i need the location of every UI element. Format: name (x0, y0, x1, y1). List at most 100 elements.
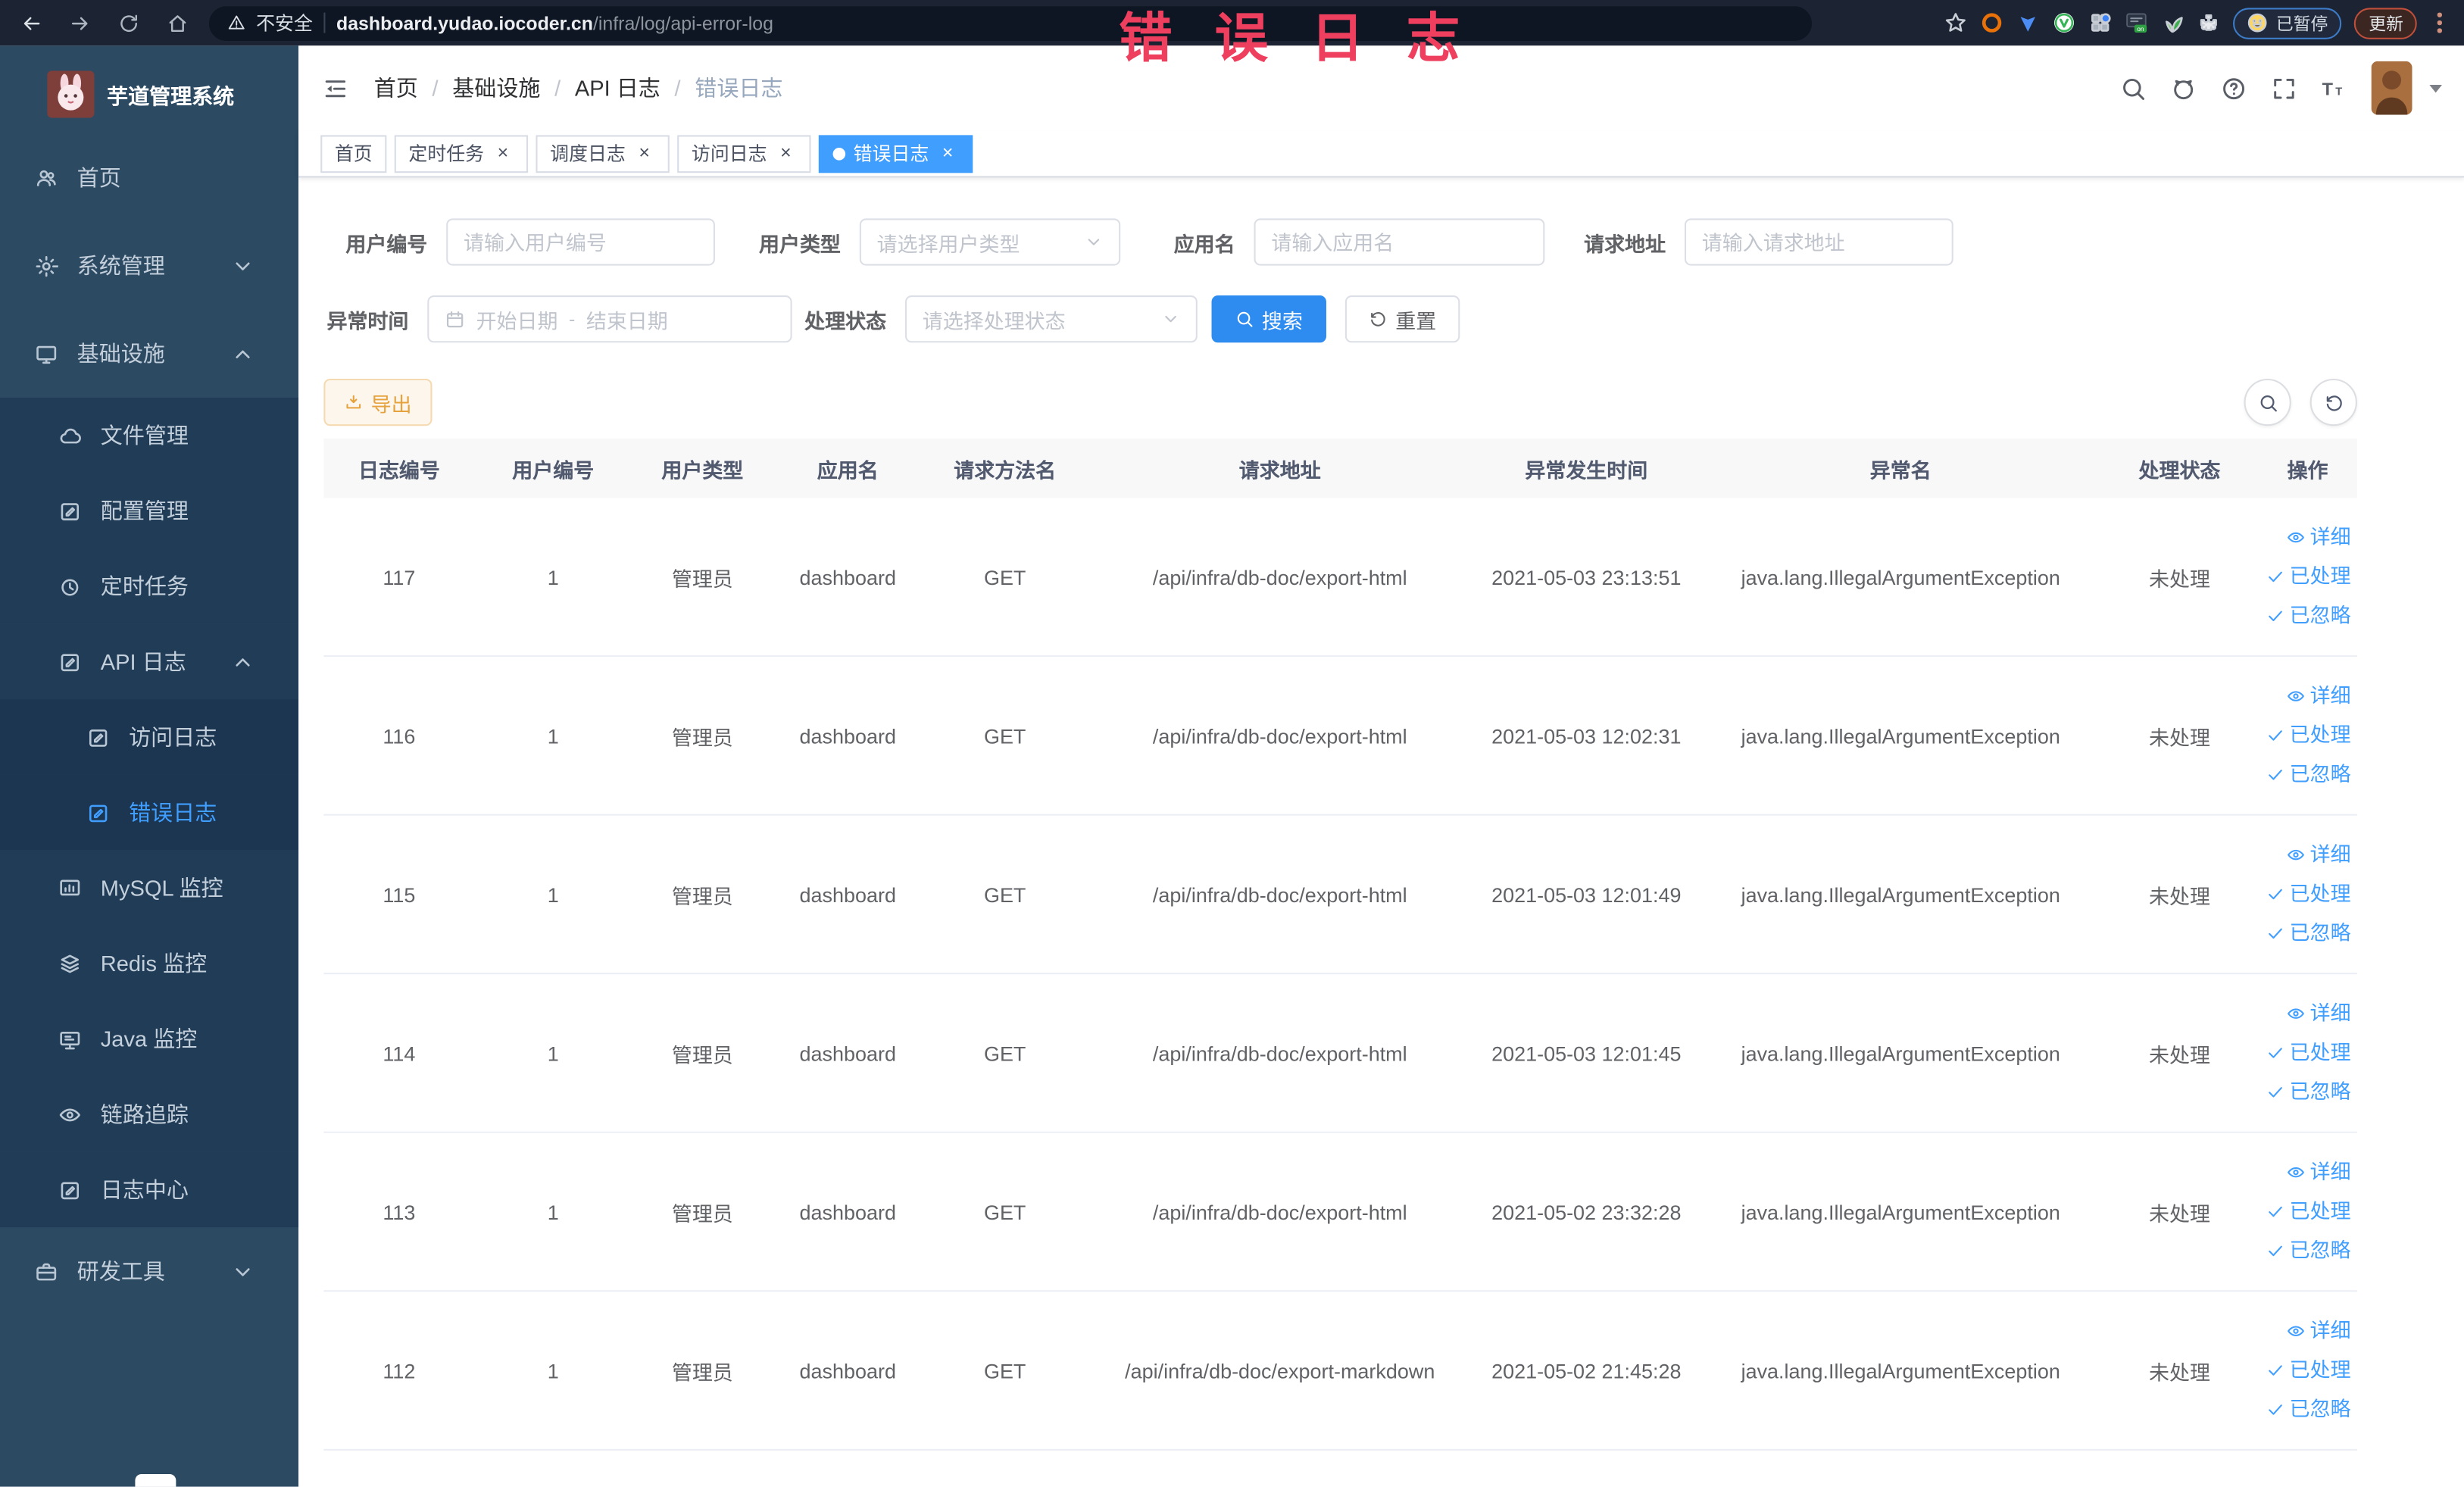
action-label: 已处理 (2289, 1357, 2351, 1382)
sidebar-item-0[interactable]: 首页 (0, 133, 298, 221)
github-icon[interactable] (2170, 75, 2197, 102)
sidebar-item-12[interactable]: 链路追踪 (0, 1076, 299, 1152)
sidebar-item-1[interactable]: 系统管理 (0, 222, 298, 310)
hamburger-icon[interactable] (322, 75, 348, 102)
action-label: 已处理 (2289, 564, 2351, 588)
sidebar-item-7[interactable]: 访问日志 (0, 699, 299, 775)
action-label: 已忽略 (2289, 920, 2351, 945)
browser-menu-icon[interactable] (2437, 12, 2442, 33)
action-eye-link[interactable]: 详细 (2287, 836, 2351, 874)
action-check-link[interactable]: 已忽略 (2266, 914, 2351, 952)
tab-0[interactable]: 首页 (320, 134, 387, 173)
sidebar-item-6[interactable]: API 日志 (0, 623, 299, 700)
action-check-link[interactable]: 已忽略 (2266, 597, 2351, 635)
breadcrumb-item-home[interactable]: 首页 (374, 72, 418, 103)
cell-user_type: 管理员 (671, 883, 733, 908)
check-icon (2266, 1044, 2285, 1063)
update-button[interactable]: 更新 (2354, 7, 2418, 39)
action-eye-link[interactable]: 详细 (2287, 677, 2351, 715)
request-url-input[interactable] (1684, 218, 1953, 266)
extension-orange-ring-icon[interactable] (1981, 11, 2004, 35)
breadcrumb-item-infra[interactable]: 基础设施 (452, 72, 540, 103)
extension-on-badge-icon[interactable]: on (2125, 11, 2149, 35)
action-eye-link[interactable]: 详细 (2287, 1312, 2351, 1350)
action-label: 详细 (2309, 524, 2351, 549)
avatar[interactable] (2371, 61, 2412, 115)
search-button[interactable]: 搜索 (1211, 295, 1327, 343)
action-check-link[interactable]: 已忽略 (2266, 1232, 2351, 1270)
action-eye-link[interactable]: 详细 (2287, 1154, 2351, 1192)
action-eye-link[interactable]: 详细 (2287, 519, 2351, 557)
app-name-input[interactable] (1254, 218, 1545, 266)
fullscreen-icon[interactable] (2271, 75, 2297, 102)
sidebar-item-13[interactable]: 日志中心 (0, 1151, 299, 1228)
back-icon[interactable] (20, 12, 42, 34)
action-check-link[interactable]: 已处理 (2266, 558, 2351, 595)
sidebar-item-2[interactable]: 基础设施 (0, 310, 298, 398)
app-logo-rabbit (47, 70, 95, 118)
sidebar-item-14[interactable]: 研发工具 (0, 1227, 298, 1315)
sidebar-item-label: 首页 (77, 164, 121, 191)
sidebar-item-5[interactable]: 定时任务 (0, 548, 299, 624)
home-icon[interactable] (167, 12, 189, 34)
extension-puzzle-icon[interactable] (2197, 11, 2221, 35)
action-check-link[interactable]: 已忽略 (2266, 1073, 2351, 1111)
export-button[interactable]: 导出 (323, 378, 433, 426)
bookmark-star-icon[interactable] (1944, 11, 1968, 35)
tab-close-icon[interactable]: × (492, 142, 514, 164)
extension-green-v-icon[interactable] (2053, 11, 2076, 35)
breadcrumb-item-api-log[interactable]: API 日志 (575, 72, 661, 103)
reset-button[interactable]: 重置 (1344, 295, 1460, 343)
user-type-select[interactable]: 请选择用户类型 (859, 218, 1121, 266)
breadcrumb-item-current: 错误日志 (695, 75, 783, 101)
extension-grid-icon[interactable] (2089, 11, 2113, 35)
cell-time: 2021-05-02 23:32:28 (1491, 1199, 1682, 1224)
search-icon[interactable] (2120, 75, 2147, 102)
app-logo-row[interactable]: 芋道管理系统 (0, 55, 298, 134)
refresh-table-button[interactable] (2309, 378, 2357, 426)
tab-close-icon[interactable]: × (633, 142, 655, 164)
sidebar-item-10[interactable]: Redis 监控 (0, 925, 299, 1001)
reload-icon[interactable] (118, 12, 140, 34)
tab-3[interactable]: 访问日志 × (677, 134, 811, 173)
toggle-search-button[interactable] (2244, 378, 2291, 426)
action-check-link[interactable]: 已处理 (2266, 876, 2351, 914)
sidebar-item-4[interactable]: 配置管理 (0, 473, 299, 549)
sidebar-item-11[interactable]: Java 监控 (0, 1001, 299, 1077)
sidebar-item-3[interactable]: 文件管理 (0, 397, 299, 473)
font-size-icon[interactable]: TT (2321, 75, 2347, 102)
sidebar-item-9[interactable]: MySQL 监控 (0, 850, 299, 926)
check-icon (2266, 765, 2285, 784)
start-date-placeholder: 开始日期 (476, 308, 558, 333)
sidebar-item-8[interactable]: 错误日志 (0, 774, 299, 851)
exception-time-range-picker[interactable]: 开始日期 - 结束日期 (427, 295, 792, 343)
emoji-face-icon (2248, 13, 2269, 33)
action-label: 详细 (2309, 1160, 2351, 1184)
help-icon[interactable] (2220, 75, 2247, 102)
column-header-status: 处理状态 (2138, 458, 2221, 482)
user-id-input[interactable] (446, 218, 715, 266)
action-eye-link[interactable]: 详细 (2287, 995, 2351, 1032)
paused-extension-pill[interactable]: 已暂停 (2233, 7, 2343, 39)
tab-2[interactable]: 调度日志 × (536, 134, 670, 173)
action-check-link[interactable]: 已处理 (2266, 1193, 2351, 1231)
sidebar-item-label: 定时任务 (100, 573, 189, 599)
action-check-link[interactable]: 已忽略 (2266, 756, 2351, 794)
address-bar[interactable]: 不安全 dashboard.yudao.iocoder.cn/infra/log… (208, 5, 1813, 40)
tab-close-icon[interactable]: × (937, 142, 959, 164)
cell-url: /api/infra/db-doc/export-html (1152, 723, 1407, 748)
action-check-link[interactable]: 已处理 (2266, 717, 2351, 754)
tab-4[interactable]: 错误日志 × (819, 134, 973, 173)
tab-1[interactable]: 定时任务 × (394, 134, 529, 173)
extension-blue-drop-icon[interactable] (2017, 11, 2041, 35)
action-check-link[interactable]: 已处理 (2266, 1351, 2351, 1389)
process-status-select[interactable]: 请选择处理状态 (904, 295, 1198, 343)
action-check-link[interactable]: 已忽略 (2266, 1391, 2351, 1429)
date-separator: - (569, 308, 576, 330)
tab-close-icon[interactable]: × (775, 142, 797, 164)
chevron-down-icon[interactable] (2429, 83, 2442, 92)
extension-leaf-icon[interactable] (2161, 11, 2184, 35)
cell-status: 未处理 (2149, 883, 2210, 908)
action-check-link[interactable]: 已处理 (2266, 1034, 2351, 1072)
forward-icon[interactable] (69, 12, 91, 34)
